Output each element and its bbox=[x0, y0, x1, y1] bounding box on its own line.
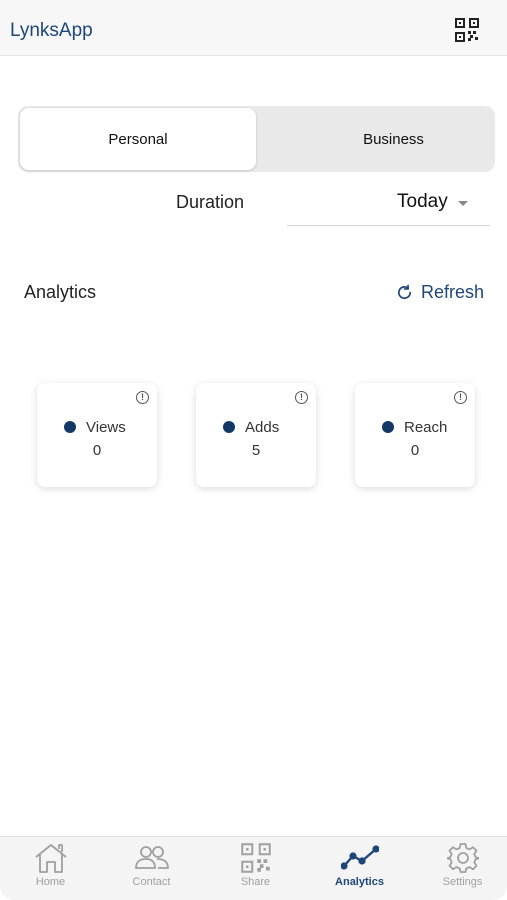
stat-card-views: ! Views 0 bbox=[37, 383, 157, 487]
tab-label: Home bbox=[35, 876, 66, 888]
stat-card-adds: ! Adds 5 bbox=[196, 383, 316, 487]
legend-dot bbox=[382, 421, 394, 433]
profile-type-segment: Personal Business bbox=[18, 106, 495, 172]
caret-down-icon bbox=[458, 201, 468, 206]
stat-label: Reach bbox=[404, 419, 448, 436]
segment-personal[interactable]: Personal bbox=[20, 108, 256, 170]
tab-label: Contact bbox=[132, 876, 171, 888]
qr-code-icon bbox=[240, 843, 271, 873]
app-title: LynksApp bbox=[10, 20, 93, 41]
info-icon[interactable]: ! bbox=[136, 391, 149, 404]
duration-label: Duration bbox=[176, 192, 245, 212]
refresh-label: Refresh bbox=[421, 281, 485, 302]
tab-label: Settings bbox=[442, 876, 483, 888]
refresh-icon bbox=[398, 284, 412, 299]
info-icon[interactable]: ! bbox=[295, 391, 308, 404]
segment-business[interactable]: Business bbox=[276, 108, 507, 170]
tab-share[interactable]: Share bbox=[205, 837, 306, 900]
home-icon bbox=[34, 844, 67, 873]
tab-home[interactable]: Home bbox=[0, 837, 101, 900]
stat-value: 0 bbox=[410, 442, 420, 459]
stat-card-reach: ! Reach 0 bbox=[355, 383, 475, 487]
stat-value: 5 bbox=[251, 442, 261, 459]
qr-code-button[interactable] bbox=[452, 16, 482, 44]
qr-code-icon bbox=[455, 18, 479, 42]
stat-value: 0 bbox=[92, 442, 102, 459]
analytics-icon bbox=[340, 845, 379, 870]
tab-settings[interactable]: Settings bbox=[412, 837, 507, 900]
refresh-button[interactable]: Refresh bbox=[396, 280, 484, 304]
top-bar: LynksApp bbox=[0, 0, 507, 56]
info-icon[interactable]: ! bbox=[454, 391, 467, 404]
tab-analytics[interactable]: Analytics bbox=[309, 837, 410, 900]
tab-contact[interactable]: Contact bbox=[101, 837, 202, 900]
tab-label: Share bbox=[240, 876, 271, 888]
duration-dropdown[interactable]: Today bbox=[287, 180, 490, 226]
tab-label: Analytics bbox=[335, 876, 384, 888]
bottom-tab-bar: Home Contact Share Analytics Settings bbox=[0, 836, 507, 900]
duration-value: Today bbox=[397, 191, 448, 212]
legend-dot bbox=[223, 421, 235, 433]
stat-label: Views bbox=[86, 419, 126, 436]
legend-dot bbox=[64, 421, 76, 433]
stat-label: Adds bbox=[245, 419, 280, 436]
analytics-heading: Analytics bbox=[24, 282, 97, 302]
contacts-icon bbox=[134, 846, 169, 869]
gear-icon bbox=[446, 843, 479, 873]
